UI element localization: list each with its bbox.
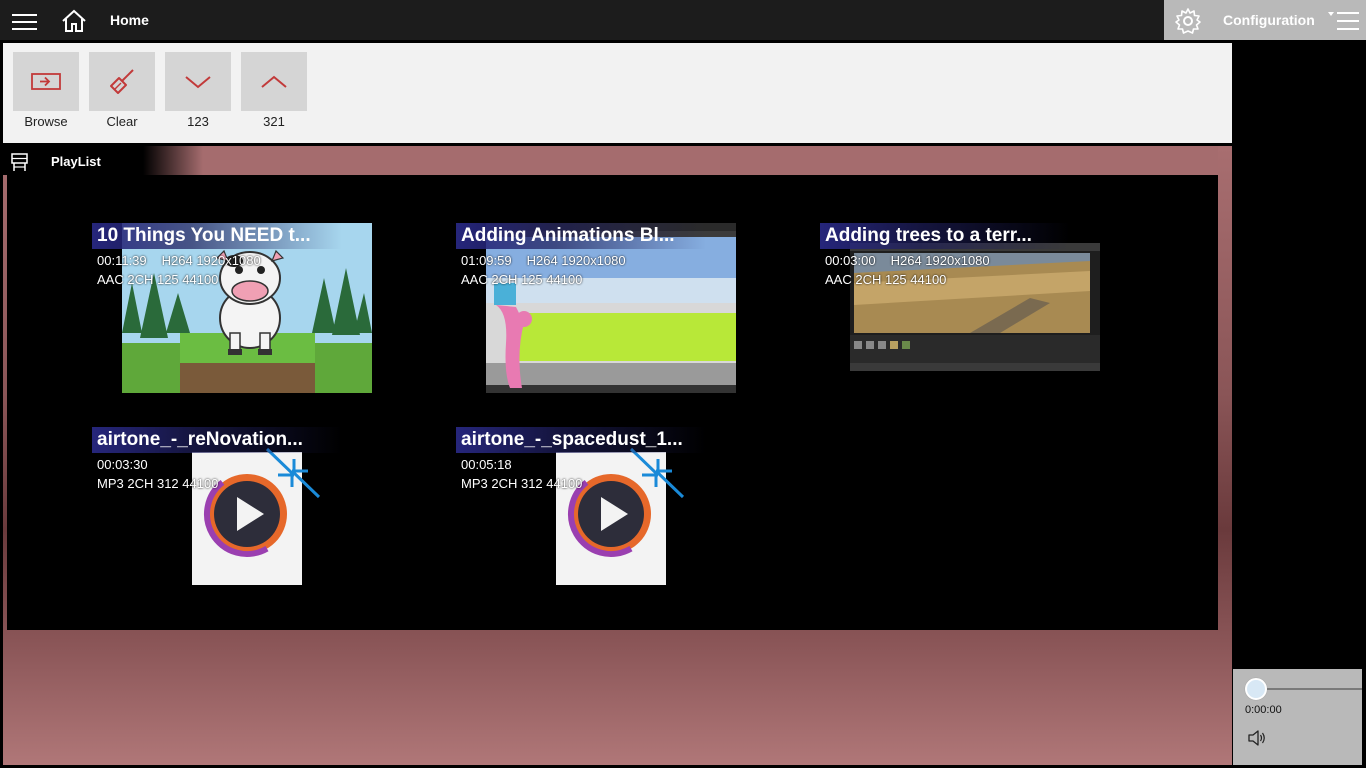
item-title: airtone_-_reNovation... [92,427,342,453]
item-title: 10 Things You NEED t... [92,223,342,249]
menu-list-icon [1328,12,1359,30]
browse-button[interactable]: Browse [12,52,80,129]
item-duration: 00:11:39 [97,253,147,268]
item-audio-info: MP3 2CH 312 44100 [461,476,583,491]
sort-descending-button[interactable]: 321 [240,52,308,129]
audio-file-icon [556,447,685,585]
seek-track[interactable] [1257,688,1362,690]
gear-icon [1175,8,1201,34]
title-bar: Home Configuration [0,0,1366,40]
sort-descending-label: 321 [263,114,285,129]
item-audio-info: AAC 2CH 125 44100 [461,272,583,287]
configuration-label: Configuration [1223,12,1315,28]
home-icon[interactable] [60,7,88,35]
page-title: Home [110,12,149,28]
audio-file-icon [192,447,321,585]
folder-open-icon [31,72,61,90]
clear-button[interactable]: Clear [88,52,156,129]
item-video-info: H264 1920x1080 [526,253,626,268]
playlist-item[interactable]: Adding trees to a terr... 00:03:00 H264 1… [820,223,1110,403]
item-info: 01:09:59 H264 1920x1080 [461,253,626,268]
playlist-item[interactable]: airtone_-_reNovation... 00:03:30 MP3 2CH… [92,427,382,607]
playlist-grid: 10 Things You NEED t... 00:11:39 H264 192… [7,175,1218,630]
toolbar: Browse Clear 123 321 [3,43,1232,143]
seek-thumb[interactable] [1245,678,1267,700]
playlist-item[interactable]: Adding Animations Bl... 01:09:59 H264 192… [456,223,746,403]
item-video-info: H264 1920x1080 [161,253,261,268]
configuration-button[interactable]: Configuration [1164,0,1366,40]
item-info: 00:03:00 H264 1920x1080 [825,253,990,268]
sort-ascending-button[interactable]: 123 [164,52,232,129]
item-title: airtone_-_spacedust_1... [456,427,706,453]
broom-icon [110,68,134,94]
chevron-down-icon [185,75,211,88]
chevron-up-icon [261,75,287,88]
item-duration: 01:09:59 [461,253,512,268]
right-edge [1362,40,1366,768]
playlist-title: PlayList [51,154,101,169]
clear-label: Clear [106,114,138,129]
current-time: 0:00:00 [1245,704,1282,716]
item-title: Adding Animations Bl... [456,223,706,249]
item-audio-info: AAC 2CH 125 44100 [825,272,947,287]
sort-ascending-label: 123 [187,114,209,129]
item-duration: 00:05:18 [461,457,512,472]
item-duration: 00:03:00 [825,253,876,268]
item-video-info: H264 1920x1080 [890,253,990,268]
item-duration: 00:03:30 [97,457,148,472]
playlist-header [3,146,1218,175]
speaker-icon[interactable] [1247,729,1267,747]
item-info: 00:11:39 H264 1920x1080 [97,253,261,268]
browse-label: Browse [24,114,68,129]
hamburger-menu-icon[interactable] [10,8,40,34]
item-title: Adding trees to a terr... [820,223,1070,249]
item-audio-info: AAC 2CH 125 44100 [97,272,219,287]
player-controls: 0:00:00 [1233,669,1362,765]
playlist-icon [11,153,28,171]
playlist-item[interactable]: 10 Things You NEED t... 00:11:39 H264 192… [92,223,382,403]
playlist-item[interactable]: airtone_-_spacedust_1... 00:05:18 MP3 2C… [456,427,746,607]
item-audio-info: MP3 2CH 312 44100 [97,476,219,491]
